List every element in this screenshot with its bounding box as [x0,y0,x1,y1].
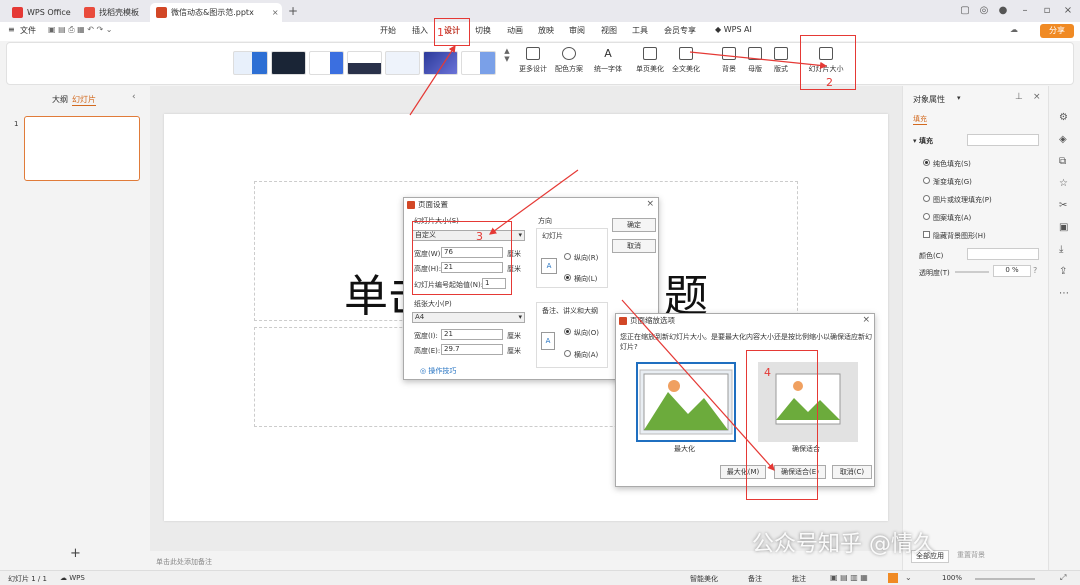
arrow-to-size-fields [489,169,579,235]
watermark: 公众号知乎 @情久 [752,532,935,557]
arrow-to-fit [621,299,775,471]
arrow-to-design [409,44,456,116]
annotation-arrows [409,44,828,471]
arrow-to-slide-size [689,51,828,69]
